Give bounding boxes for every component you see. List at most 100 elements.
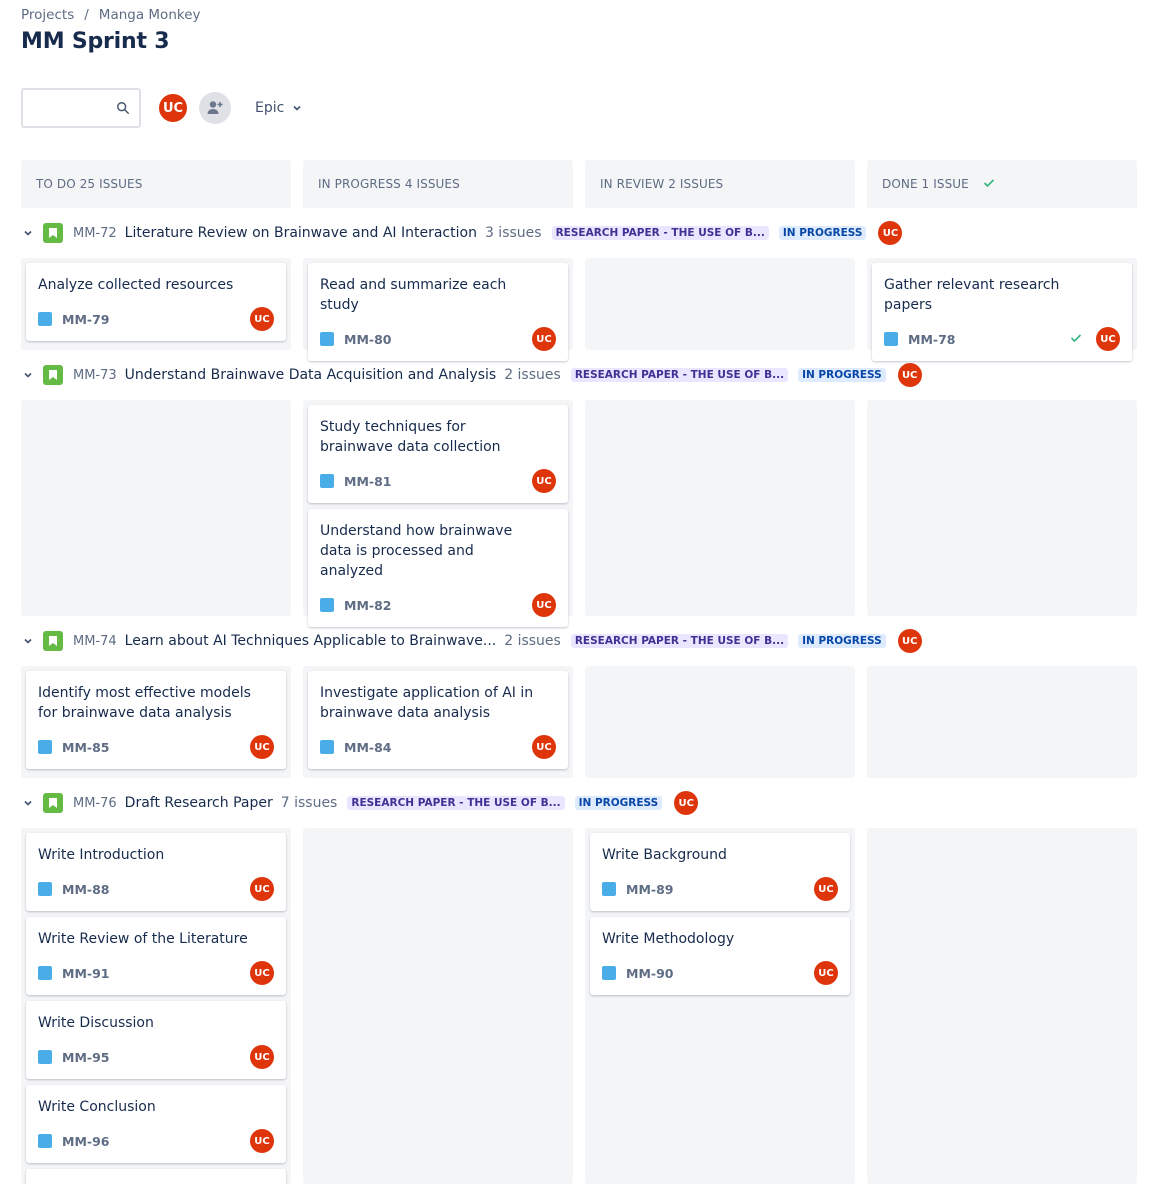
- chevron-down-icon[interactable]: [21, 370, 35, 380]
- avatar: UC: [250, 1045, 274, 1069]
- status-lozenge: IN PROGRESS: [798, 634, 886, 648]
- avatar: UC: [814, 877, 838, 901]
- breadcrumb-projects[interactable]: Projects: [21, 7, 74, 23]
- task-icon: [320, 474, 334, 488]
- column-label: TO DO 25 ISSUES: [36, 177, 143, 191]
- swimlane-header[interactable]: MM-74 Learn about AI Techniques Applicab…: [21, 626, 922, 656]
- card-key: MM-80: [344, 331, 392, 347]
- chevron-down-icon[interactable]: [21, 636, 35, 646]
- chevron-down-icon[interactable]: [21, 798, 35, 808]
- avatar: UC: [532, 469, 556, 493]
- check-icon: [983, 177, 995, 191]
- task-icon: [320, 598, 334, 612]
- avatar: UC: [250, 1129, 274, 1153]
- card-title: Understand how brainwave data is process…: [320, 523, 513, 579]
- avatar: UC: [250, 877, 274, 901]
- card-key: MM-78: [908, 331, 956, 347]
- board-cell: Write Introduction MM-88 UC Write Review …: [21, 828, 291, 1184]
- board-cell: Write Background MM-89 UC Write Methodolo…: [585, 828, 855, 1184]
- epic-lozenge: RESEARCH PAPER - THE USE OF B...: [347, 796, 565, 810]
- user-avatar-filter[interactable]: UC: [157, 92, 189, 124]
- issue-card[interactable]: Gather relevant research papers MM-78 UC: [872, 263, 1132, 361]
- avatar: UC: [674, 791, 699, 815]
- avatar: UC: [532, 593, 556, 617]
- avatar: UC: [532, 327, 556, 351]
- column-header-done: DONE 1 ISSUE: [867, 160, 1137, 208]
- card-key: MM-81: [344, 473, 392, 489]
- card-title: Write Introduction: [38, 847, 165, 863]
- search-icon: [117, 102, 129, 114]
- task-icon: [38, 882, 52, 896]
- task-icon: [38, 740, 52, 754]
- issue-card[interactable]: Analyze collected resources MM-79 UC: [26, 263, 286, 341]
- task-icon: [38, 966, 52, 980]
- swimlane-count: 2 issues: [504, 367, 561, 383]
- search-field[interactable]: [21, 88, 141, 128]
- card-title: Gather relevant research papers: [884, 277, 1060, 313]
- card-title: Investigate application of AI in brainwa…: [320, 685, 534, 721]
- epic-filter-dropdown[interactable]: Epic: [255, 100, 302, 116]
- task-icon: [320, 332, 334, 346]
- board-cell: [21, 400, 291, 616]
- card-key: MM-85: [62, 739, 110, 755]
- swimlane-header[interactable]: MM-73 Understand Brainwave Data Acquisit…: [21, 360, 922, 390]
- swimlane-count: 3 issues: [484, 225, 542, 241]
- issue-card[interactable]: Write Review of the Literature MM-91 UC: [26, 917, 286, 995]
- add-person-icon: [207, 101, 223, 114]
- board-cell: [867, 666, 1137, 778]
- epic-filter-label: Epic: [255, 100, 285, 116]
- breadcrumb-separator: /: [84, 7, 89, 23]
- epic-icon: [43, 223, 63, 243]
- board-cell: Gather relevant research papers MM-78 UC: [867, 258, 1137, 361]
- task-icon: [38, 1134, 52, 1148]
- column-label: DONE 1 ISSUE: [882, 177, 969, 191]
- board-cell: Study techniques for brainwave data coll…: [303, 400, 573, 627]
- issue-card[interactable]: Write Methodology MM-90 UC: [590, 917, 850, 995]
- swimlane-key[interactable]: MM-73: [73, 368, 117, 383]
- epic-icon: [43, 631, 63, 651]
- check-icon: [1070, 332, 1082, 347]
- card-title: Read and summarize each study: [320, 277, 507, 313]
- swimlane-key[interactable]: MM-74: [73, 634, 117, 649]
- board-cell: [585, 258, 855, 350]
- task-icon: [38, 312, 52, 326]
- issue-card[interactable]: Identify most effective models for brain…: [26, 671, 286, 769]
- board-cell: [867, 828, 1137, 1184]
- swimlane-key[interactable]: MM-72: [73, 226, 117, 241]
- issue-card[interactable]: Write Background MM-89 UC: [590, 833, 850, 911]
- board-cell: Investigate application of AI in brainwa…: [303, 666, 573, 778]
- board-cell: Analyze collected resources MM-79 UC: [21, 258, 291, 350]
- issue-card[interactable]: Write Discussion MM-95 UC: [26, 1001, 286, 1079]
- column-header-todo: TO DO 25 ISSUES: [21, 160, 291, 208]
- breadcrumb-project[interactable]: Manga Monkey: [99, 7, 201, 23]
- avatar: UC: [250, 961, 274, 985]
- issue-card[interactable]: Read and summarize each study MM-80 UC: [308, 263, 568, 361]
- task-icon: [884, 332, 898, 346]
- issue-card[interactable]: Understand how brainwave data is process…: [308, 509, 568, 627]
- issue-card[interactable]: Write Conclusion MM-96 UC: [26, 1085, 286, 1163]
- swimlane-key[interactable]: MM-76: [73, 796, 117, 811]
- card-title: Write Methodology: [602, 931, 735, 947]
- swimlane-header[interactable]: MM-72 Literature Review on Brainwave and…: [21, 218, 903, 248]
- chevron-down-icon[interactable]: [21, 228, 35, 238]
- swimlane-count: 7 issues: [280, 795, 338, 811]
- swimlane-title: Literature Review on Brainwave and AI In…: [124, 225, 477, 241]
- card-key: MM-89: [626, 881, 674, 897]
- issue-card[interactable]: Write Introduction MM-88 UC: [26, 833, 286, 911]
- card-title: Write Background: [602, 847, 727, 863]
- issue-card[interactable]: Investigate application of AI in brainwa…: [308, 671, 568, 769]
- issue-card[interactable]: [26, 1169, 286, 1184]
- board-cell: [585, 400, 855, 616]
- column-header-in-review: IN REVIEW 2 ISSUES: [585, 160, 855, 208]
- card-key: MM-82: [344, 597, 392, 613]
- card-title: Study techniques for brainwave data coll…: [320, 419, 501, 455]
- add-people-button[interactable]: [199, 92, 231, 124]
- search-input[interactable]: [31, 90, 115, 126]
- issue-card[interactable]: Study techniques for brainwave data coll…: [308, 405, 568, 503]
- avatar: UC: [897, 629, 922, 653]
- avatar: UC: [878, 221, 903, 245]
- card-key: MM-84: [344, 739, 392, 755]
- card-title: Analyze collected resources: [38, 277, 234, 293]
- swimlane-header[interactable]: MM-76 Draft Research Paper 7 issues RESE…: [21, 788, 699, 818]
- board-cell: [867, 400, 1137, 616]
